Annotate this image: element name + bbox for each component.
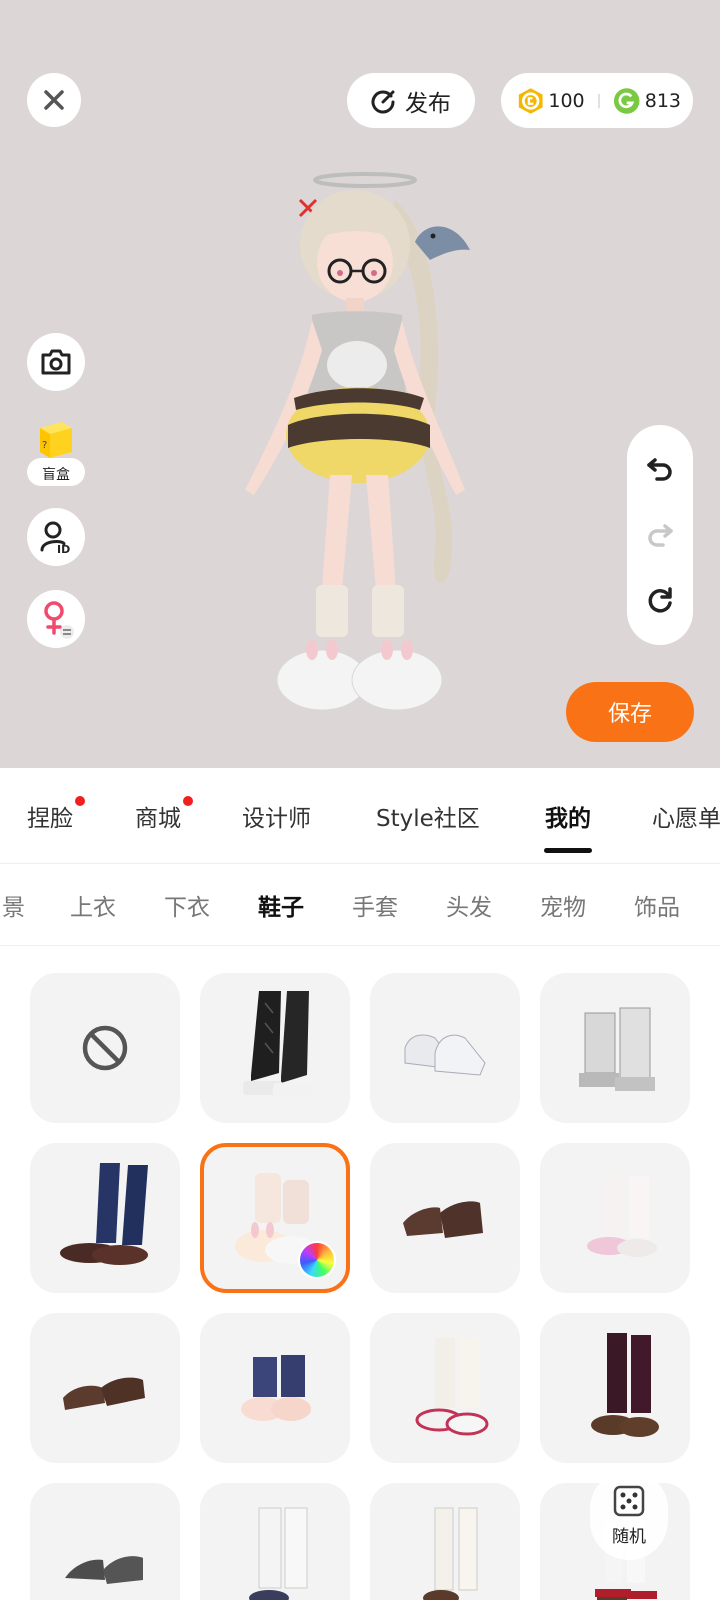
camera-icon [41, 349, 71, 375]
gray-heels-icon [65, 1556, 143, 1584]
shoe-item[interactable] [30, 1143, 180, 1293]
category-tab-top[interactable]: 上衣 [70, 888, 116, 922]
active-tab-indicator [544, 847, 592, 853]
svg-text:?: ? [42, 440, 47, 451]
shoe-item[interactable] [540, 1143, 690, 1293]
category-tab-hair[interactable]: 头发 [446, 888, 492, 922]
publish-label: 发布 [405, 90, 451, 117]
shoe-item[interactable] [540, 1313, 690, 1463]
mystery-box-icon: ? [40, 422, 72, 458]
category-tab-bar: 景 上衣 下衣 鞋子 手套 头发 宠物 饰品 [0, 864, 720, 946]
edit-history-panel [627, 425, 693, 645]
redo-icon[interactable] [645, 520, 675, 548]
main-tab-bar: 捏脸 商城 设计师 Style社区 我的 心愿单 [0, 768, 720, 864]
camera-button[interactable] [27, 333, 85, 391]
tab-designer-label: 设计师 [242, 805, 311, 832]
gray-mech-boots-icon [579, 1007, 655, 1091]
dice-icon [613, 1485, 645, 1516]
shoe-item[interactable] [30, 1483, 180, 1600]
user-id-icon: ID [40, 521, 70, 554]
tab-wishlist-label: 心愿单 [652, 805, 720, 832]
category-tab-accessories[interactable]: 饰品 [634, 888, 680, 922]
tab-mine[interactable]: 我的 [544, 799, 592, 853]
burgundy-socks-loafers-icon [591, 1333, 659, 1437]
shoe-item[interactable] [30, 1313, 180, 1463]
color-palette-icon[interactable] [298, 1241, 336, 1279]
shoe-item-none[interactable] [30, 973, 180, 1123]
shoe-item[interactable] [370, 973, 520, 1123]
green-coin-amount: 813 [644, 89, 681, 112]
user-id-button[interactable]: ID [27, 508, 85, 566]
shoe-item-selected[interactable] [200, 1143, 350, 1293]
category-tab-pets[interactable]: 宠物 [540, 888, 586, 922]
save-label: 保存 [607, 702, 652, 727]
category-tab-gloves[interactable]: 手套 [352, 888, 398, 922]
brown-pumps-icon [63, 1377, 145, 1410]
tab-wishlist[interactable]: 心愿单 [652, 799, 720, 833]
notification-dot [183, 795, 193, 806]
white-sneakers-icon [404, 1034, 486, 1076]
tab-face[interactable]: 捏脸 [27, 795, 85, 833]
black-lace-up-boots-icon [243, 991, 313, 1097]
svg-text:ID: ID [57, 543, 70, 554]
undo-icon[interactable] [645, 454, 675, 482]
shoe-item[interactable] [540, 973, 690, 1123]
shoe-item[interactable] [200, 1483, 350, 1600]
tab-designer[interactable]: 设计师 [242, 799, 311, 833]
female-switch-icon [44, 601, 74, 639]
navy-socks-loafers-icon [60, 1163, 148, 1265]
avatar-character[interactable] [230, 170, 500, 740]
none-icon [82, 1025, 128, 1071]
tab-style-community-label: Style社区 [376, 805, 480, 832]
category-tab-shoes[interactable]: 鞋子 [258, 888, 304, 922]
mystery-box-button[interactable]: 盲盒 [27, 458, 85, 486]
gender-switch-button[interactable] [27, 590, 85, 648]
white-knee-socks-sneakers-icon [249, 1507, 308, 1600]
tab-mine-label: 我的 [545, 805, 591, 832]
gold-coin-icon [518, 87, 543, 114]
shoe-item[interactable] [200, 1313, 350, 1463]
reset-icon[interactable] [645, 586, 675, 616]
category-tab-bottom[interactable]: 下衣 [164, 888, 210, 922]
notification-dot [75, 795, 85, 806]
close-icon [44, 90, 64, 110]
random-button[interactable]: 随机 [590, 1470, 668, 1560]
brown-loafers-icon [403, 1201, 483, 1238]
shoe-item[interactable] [370, 1143, 520, 1293]
shoe-item[interactable] [370, 1313, 520, 1463]
publish-button[interactable]: 发布 [347, 73, 475, 128]
navy-sock-slippers-icon [241, 1355, 311, 1421]
white-socks-brown-shoes-icon [423, 1507, 478, 1600]
publish-icon [371, 90, 395, 113]
shoe-item[interactable] [200, 973, 350, 1123]
currency-panel[interactable]: 100 | 813 [501, 73, 693, 128]
white-socks-red-sneakers-icon [415, 1338, 489, 1436]
random-label: 随机 [612, 1526, 646, 1547]
category-tab-scene[interactable]: 景 [2, 888, 25, 922]
tab-shop[interactable]: 商城 [135, 795, 193, 833]
pink-socks-shoes-icon [587, 1176, 657, 1257]
green-coin-icon [614, 87, 640, 114]
tab-face-label: 捏脸 [27, 805, 73, 832]
avatar-stage[interactable]: 发布 100 | 813 盲盒 ? ID 保存 [0, 0, 720, 768]
close-button[interactable] [27, 73, 81, 127]
tab-style-community[interactable]: Style社区 [376, 799, 480, 833]
shoe-item[interactable] [370, 1483, 520, 1600]
gold-coin-amount: 100 [548, 89, 585, 112]
save-button[interactable]: 保存 [566, 682, 694, 742]
tab-shop-label: 商城 [135, 805, 181, 832]
currency-divider: | [596, 92, 602, 109]
mystery-box-label: 盲盒 [42, 467, 70, 483]
